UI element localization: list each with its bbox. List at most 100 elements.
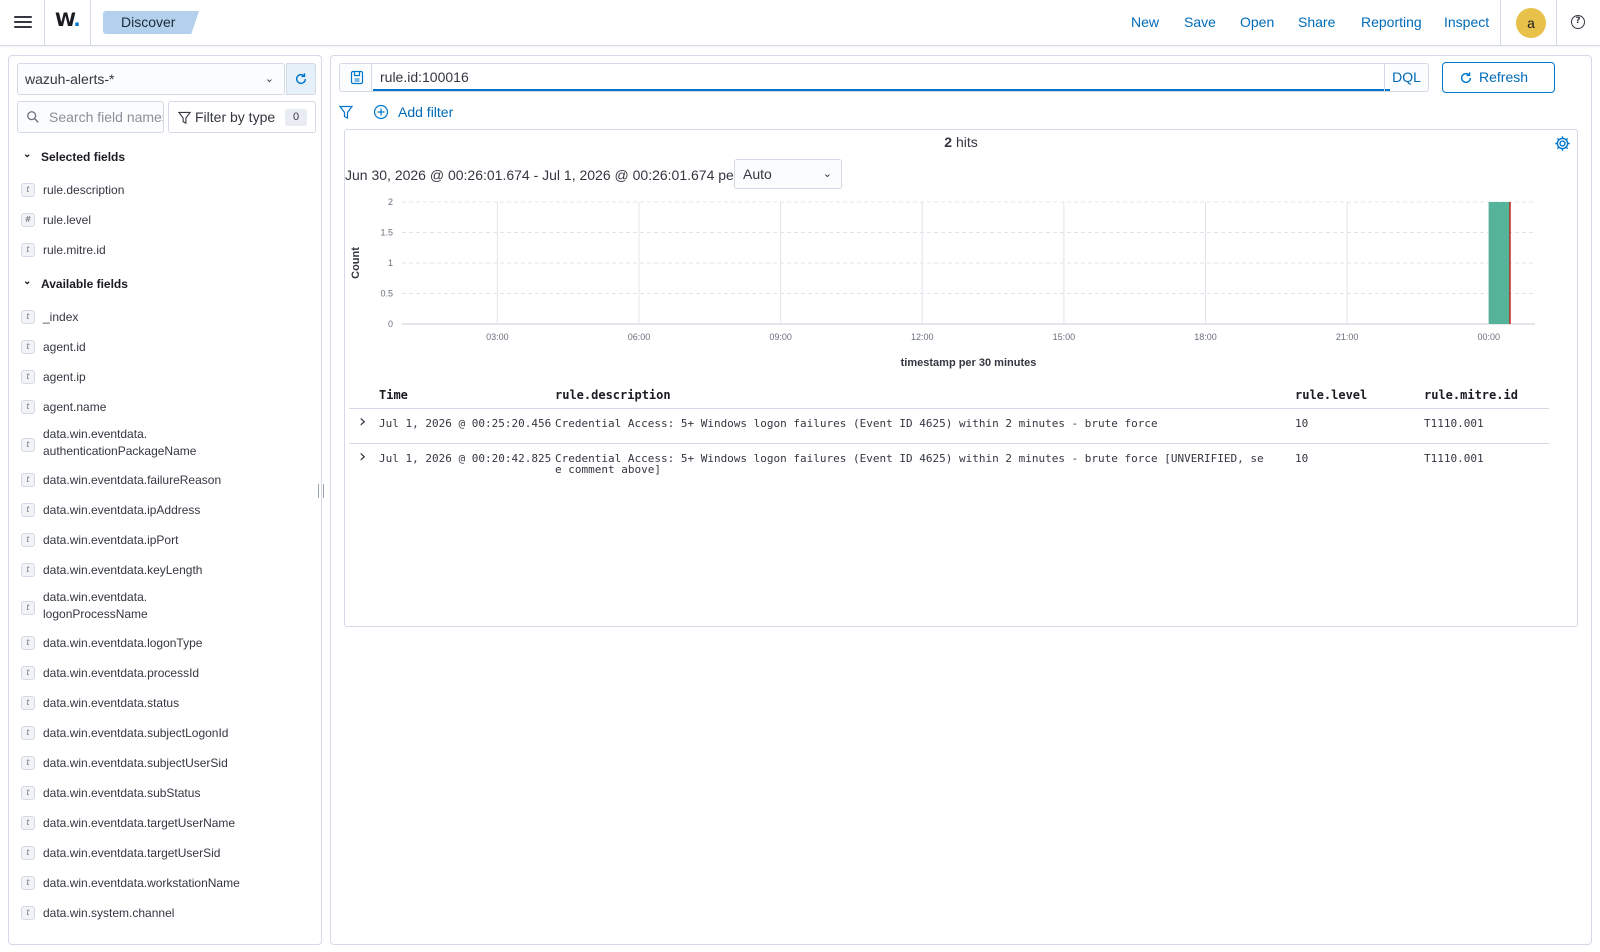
field-item[interactable]: t data.win.system.channel (21, 906, 174, 930)
string-type-icon: t (21, 696, 35, 710)
interval-select[interactable]: Auto ⌄ (734, 159, 842, 189)
sidebar-resize-handle[interactable] (318, 484, 324, 498)
selected-fields-toggle[interactable]: ⌄ Selected fields (9, 149, 125, 164)
breadcrumb-discover[interactable]: Discover (103, 11, 199, 34)
field-item[interactable]: t data.win.eventdata.subjectLogonId (21, 726, 228, 750)
string-type-icon: t (21, 400, 35, 414)
save-button[interactable]: Save (1184, 14, 1216, 30)
field-item[interactable]: t data.win.eventdata.keyLength (21, 563, 202, 587)
field-item[interactable]: t data.win.eventdata.processId (21, 666, 199, 690)
hits-number: 2 (944, 134, 953, 150)
field-name: data.win.eventdata. authenticationPackag… (43, 427, 197, 458)
filter-funnel-icon[interactable] (339, 105, 353, 120)
column-header-rule-level[interactable]: rule.level (1295, 388, 1367, 402)
cell-rule-description: Credential Access: 5+ Windows logon fail… (555, 417, 1158, 430)
field-item[interactable]: t data.win.eventdata.ipPort (21, 533, 178, 557)
field-item[interactable]: t data.win.eventdata.workstationName (21, 876, 240, 900)
field-item[interactable]: t data.win.eventdata. authenticationPacka… (21, 427, 196, 458)
field-item[interactable]: t data.win.eventdata.targetUserName (21, 816, 235, 840)
chevron-down-icon: ⌄ (822, 168, 832, 180)
field-name: data.win.eventdata.targetUserSid (43, 846, 221, 860)
app-logo[interactable]: W. (55, 9, 81, 31)
field-item[interactable]: t agent.id (21, 340, 86, 364)
new-button[interactable]: New (1131, 14, 1159, 30)
cell-rule-mitre-id: T1110.001 (1424, 452, 1484, 465)
inspect-button[interactable]: Inspect (1444, 14, 1489, 30)
index-pattern-select[interactable]: wazuh-alerts-* ⌄ (17, 63, 285, 95)
chevron-right-icon[interactable]: › (359, 446, 366, 467)
x-axis-label: timestamp per 30 minutes (901, 357, 1037, 369)
chevron-down-icon: ⌄ (23, 149, 32, 160)
x-tick-label: 12:00 (911, 332, 934, 342)
logo-dot: . (73, 9, 80, 31)
index-refresh-button[interactable] (286, 63, 316, 95)
search-field-input[interactable]: Search field names (17, 101, 164, 133)
add-circle-icon[interactable] (373, 104, 389, 120)
query-bar: DQL (339, 63, 1429, 92)
field-item[interactable]: t _index (21, 310, 78, 334)
field-name: data.win.eventdata. logonProcessName (43, 590, 148, 621)
query-language-button[interactable]: DQL (1384, 64, 1428, 91)
refresh-button[interactable]: Refresh (1442, 62, 1555, 93)
column-header-time[interactable]: Time (379, 388, 408, 402)
cell-time: Jul 1, 2026 @ 00:20:42.825 (379, 452, 552, 465)
saved-query-button[interactable] (340, 64, 372, 91)
menu-icon[interactable] (13, 13, 33, 31)
column-header-rule-mitre-id[interactable]: rule.mitre.id (1424, 388, 1518, 402)
gear-icon[interactable] (1554, 135, 1571, 152)
cell-rule-level: 10 (1295, 417, 1309, 430)
index-pattern-label: wazuh-alerts-* (25, 71, 115, 87)
cell-rule-mitre-id: T1110.001 (1424, 417, 1484, 430)
available-fields-title: Available fields (41, 277, 128, 291)
field-item[interactable]: t data.win.eventdata.status (21, 696, 179, 720)
x-tick-label: 00:00 (1477, 332, 1500, 342)
time-range-label: Jun 30, 2026 @ 00:26:01.674 - Jul 1, 202… (345, 167, 739, 183)
string-type-icon: t (21, 846, 35, 860)
reporting-button[interactable]: Reporting (1361, 14, 1422, 30)
field-item[interactable]: t data.win.eventdata.subStatus (21, 786, 200, 810)
field-name: data.win.eventdata.subjectLogonId (43, 726, 229, 740)
add-filter-button[interactable]: Add filter (398, 104, 453, 120)
results-panel: 2 hits Jun 30, 2026 @ 00:26:01.674 - Jul… (344, 129, 1578, 627)
field-item[interactable]: t agent.name (21, 400, 106, 424)
field-item[interactable]: t data.win.eventdata.subjectUserSid (21, 756, 228, 780)
field-item[interactable]: t data.win.eventdata.targetUserSid (21, 846, 220, 870)
field-item[interactable]: t data.win.eventdata. logonProcessName (21, 590, 148, 621)
y-axis-label: Count (350, 247, 362, 279)
column-header-rule-description[interactable]: rule.description (555, 388, 671, 402)
open-button[interactable]: Open (1240, 14, 1274, 30)
table-row[interactable]: › Jul 1, 2026 @ 00:25:20.456 Credential Ac… (349, 408, 1549, 442)
hits-count: 2 hits (345, 134, 1577, 150)
field-name: data.win.eventdata.subStatus (43, 786, 201, 800)
field-name: data.win.eventdata.ipPort (43, 533, 179, 547)
cell-rule-description: Credential Access: 5+ Windows logon fail… (555, 452, 1264, 476)
filter-by-type-button[interactable]: Filter by type 0 (168, 101, 316, 133)
field-item[interactable]: t data.win.eventdata.ipAddress (21, 503, 200, 527)
field-name: data.win.eventdata.logonType (43, 636, 203, 650)
share-button[interactable]: Share (1298, 14, 1335, 30)
field-item[interactable]: # rule.level (21, 213, 91, 237)
user-avatar[interactable]: a (1516, 8, 1546, 38)
chevron-right-icon[interactable]: › (359, 411, 366, 432)
field-item[interactable]: t data.win.eventdata.failureReason (21, 473, 221, 497)
string-type-icon: t (21, 601, 35, 615)
string-type-icon: t (21, 473, 35, 487)
field-name: rule.mitre.id (43, 243, 106, 257)
field-item[interactable]: t rule.description (21, 183, 124, 207)
field-name: agent.ip (43, 370, 86, 384)
field-item[interactable]: t data.win.eventdata.logonType (21, 636, 202, 660)
string-type-icon: t (21, 243, 35, 257)
available-fields-toggle[interactable]: ⌄ Available fields (9, 276, 128, 291)
table-row[interactable]: › Jul 1, 2026 @ 00:20:42.825 Credential Ac… (349, 443, 1549, 477)
logo-text: W (55, 9, 74, 31)
interval-value: Auto (743, 166, 772, 182)
field-item[interactable]: t rule.mitre.id (21, 243, 106, 267)
query-input[interactable] (373, 64, 1390, 91)
help-icon[interactable]: ? (1571, 15, 1585, 29)
field-item[interactable]: t agent.ip (21, 370, 86, 394)
field-name: _index (43, 310, 79, 324)
y-tick-label: 1.5 (380, 228, 393, 238)
header-divider (1556, 0, 1557, 46)
field-name: data.win.eventdata.subjectUserSid (43, 756, 228, 770)
y-tick-label: 2 (388, 197, 393, 207)
